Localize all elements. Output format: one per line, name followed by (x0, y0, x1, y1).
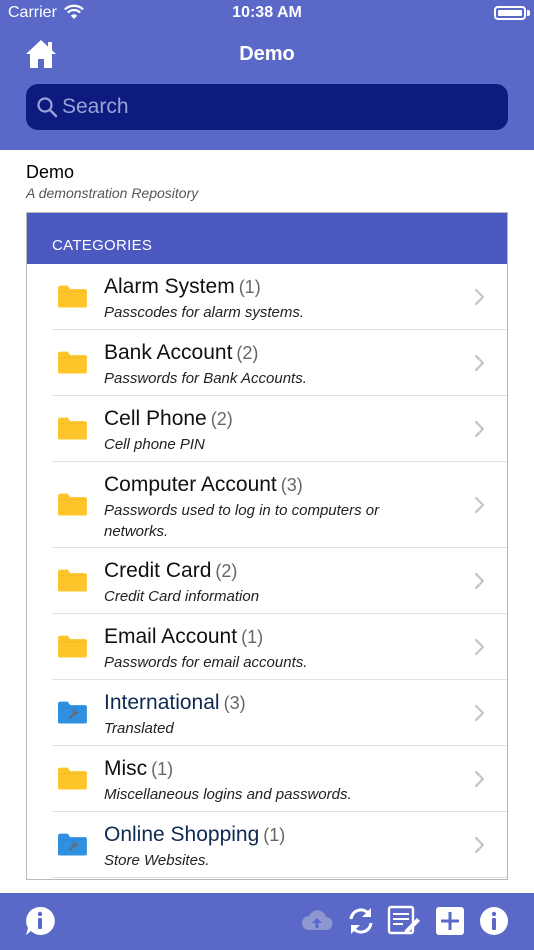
category-text: Email Account (1) Passwords for email acco… (104, 625, 447, 673)
cloud-upload-icon[interactable] (300, 905, 334, 937)
category-row[interactable]: Misc (1) Miscellaneous logins and password… (52, 746, 507, 812)
category-name: Alarm System (104, 275, 235, 298)
category-text: Online Shopping (1) Store Websites. (104, 823, 447, 871)
clock: 10:38 AM (232, 4, 302, 21)
chevron-right-icon (474, 638, 485, 656)
category-name: Bank Account (104, 341, 233, 364)
category-title-line: Email Account (1) (104, 625, 447, 649)
battery-icon (494, 6, 526, 20)
category-count: (1) (238, 277, 261, 297)
bottom-toolbar (0, 893, 534, 950)
sync-icon[interactable] (345, 905, 377, 937)
category-text: Alarm System (1) Passcodes for alarm syste… (104, 275, 447, 323)
status-bar: Carrier 10:38 AM (0, 0, 534, 26)
chevron-right-icon (474, 496, 485, 514)
chevron-right-icon (474, 836, 485, 854)
nav-header: Demo (0, 26, 534, 150)
category-description: Translated (104, 720, 174, 737)
category-count: (3) (223, 693, 246, 713)
battery-cap (527, 10, 530, 16)
category-row[interactable]: Cell Phone (2) Cell phone PIN (52, 396, 507, 462)
category-title-line: International (3) (104, 691, 447, 715)
info-icon[interactable] (478, 905, 510, 937)
category-row[interactable]: Alarm System (1) Passcodes for alarm syste… (52, 264, 507, 330)
category-description: Passwords for Bank Accounts. (104, 370, 307, 387)
category-description: Store Websites. (104, 852, 210, 869)
category-count: (2) (210, 409, 233, 429)
categories-list: Alarm System (1) Passcodes for alarm syste… (27, 264, 507, 878)
chevron-right-icon (474, 704, 485, 722)
category-description: Miscellaneous logins and passwords. (104, 786, 352, 803)
category-row[interactable]: Email Account (1) Passwords for email acco… (52, 614, 507, 680)
category-description: Cell phone PIN (104, 436, 205, 453)
category-count: (1) (241, 627, 264, 647)
categories-panel: CATEGORIES Alarm System (1) Passcodes for … (26, 212, 508, 880)
category-description: Passwords for email accounts. (104, 654, 308, 671)
category-name: Cell Phone (104, 407, 207, 430)
category-row[interactable]: Bank Account (2) Passwords for Bank Accoun… (52, 330, 507, 396)
category-name: Email Account (104, 625, 238, 648)
folder-icon (58, 285, 87, 308)
chevron-right-icon (474, 354, 485, 372)
category-title-line: Online Shopping (1) (104, 823, 447, 847)
category-text: Credit Card (2) Credit Card information (104, 559, 447, 607)
category-text: Computer Account (3) Passwords used to log… (104, 473, 447, 542)
category-row[interactable]: Computer Account (3) Passwords used to log… (52, 462, 507, 548)
category-title-line: Credit Card (2) (104, 559, 447, 583)
category-title-line: Alarm System (1) (104, 275, 447, 299)
category-description: Passcodes for alarm systems. (104, 304, 305, 321)
folder-icon (58, 351, 87, 374)
category-name: Online Shopping (104, 823, 260, 846)
category-title-line: Misc (1) (104, 757, 447, 781)
repository-description: A demonstration Repository (26, 185, 199, 201)
add-icon[interactable] (434, 905, 466, 937)
category-text: Misc (1) Miscellaneous logins and password… (104, 757, 447, 805)
category-count: (2) (215, 561, 238, 581)
category-name: Misc (104, 757, 148, 780)
search-icon (37, 97, 58, 118)
repository-name: Demo (26, 162, 75, 182)
category-description: Credit Card information (104, 588, 260, 605)
category-row[interactable]: International (3) Translated (52, 680, 507, 746)
category-count: (2) (236, 343, 259, 363)
category-title-line: Bank Account (2) (104, 341, 447, 365)
folder-icon (58, 767, 87, 790)
category-count: (3) (280, 475, 303, 495)
category-row[interactable]: Online Shopping (1) Store Websites. (52, 812, 507, 878)
category-count: (1) (151, 759, 174, 779)
folder-wrench-icon (58, 833, 87, 856)
category-text: Bank Account (2) Passwords for Bank Accoun… (104, 341, 447, 389)
category-row[interactable]: Credit Card (2) Credit Card information (52, 548, 507, 614)
category-count: (1) (263, 825, 286, 845)
search-input[interactable] (62, 84, 492, 130)
category-title-line: Computer Account (3) (104, 473, 447, 497)
chevron-right-icon (474, 770, 485, 788)
chevron-right-icon (474, 420, 485, 438)
chevron-right-icon (474, 288, 485, 306)
search-bar[interactable] (26, 84, 508, 130)
folder-icon (58, 417, 87, 440)
edit-list-icon[interactable] (387, 905, 421, 937)
category-text: Cell Phone (2) Cell phone PIN (104, 407, 447, 455)
folder-icon (58, 635, 87, 658)
category-text: International (3) Translated (104, 691, 447, 739)
category-name: International (104, 691, 220, 714)
category-description: Passwords used to log in to computers or… (104, 502, 380, 540)
folder-icon (58, 569, 87, 592)
folder-wrench-icon (58, 701, 87, 724)
folder-icon (58, 493, 87, 516)
category-name: Credit Card (104, 559, 212, 582)
page-title: Demo (239, 43, 295, 65)
category-name: Computer Account (104, 473, 277, 496)
chat-info-icon[interactable] (24, 905, 56, 937)
category-title-line: Cell Phone (2) (104, 407, 447, 431)
section-header: CATEGORIES (27, 213, 507, 264)
chevron-right-icon (474, 572, 485, 590)
